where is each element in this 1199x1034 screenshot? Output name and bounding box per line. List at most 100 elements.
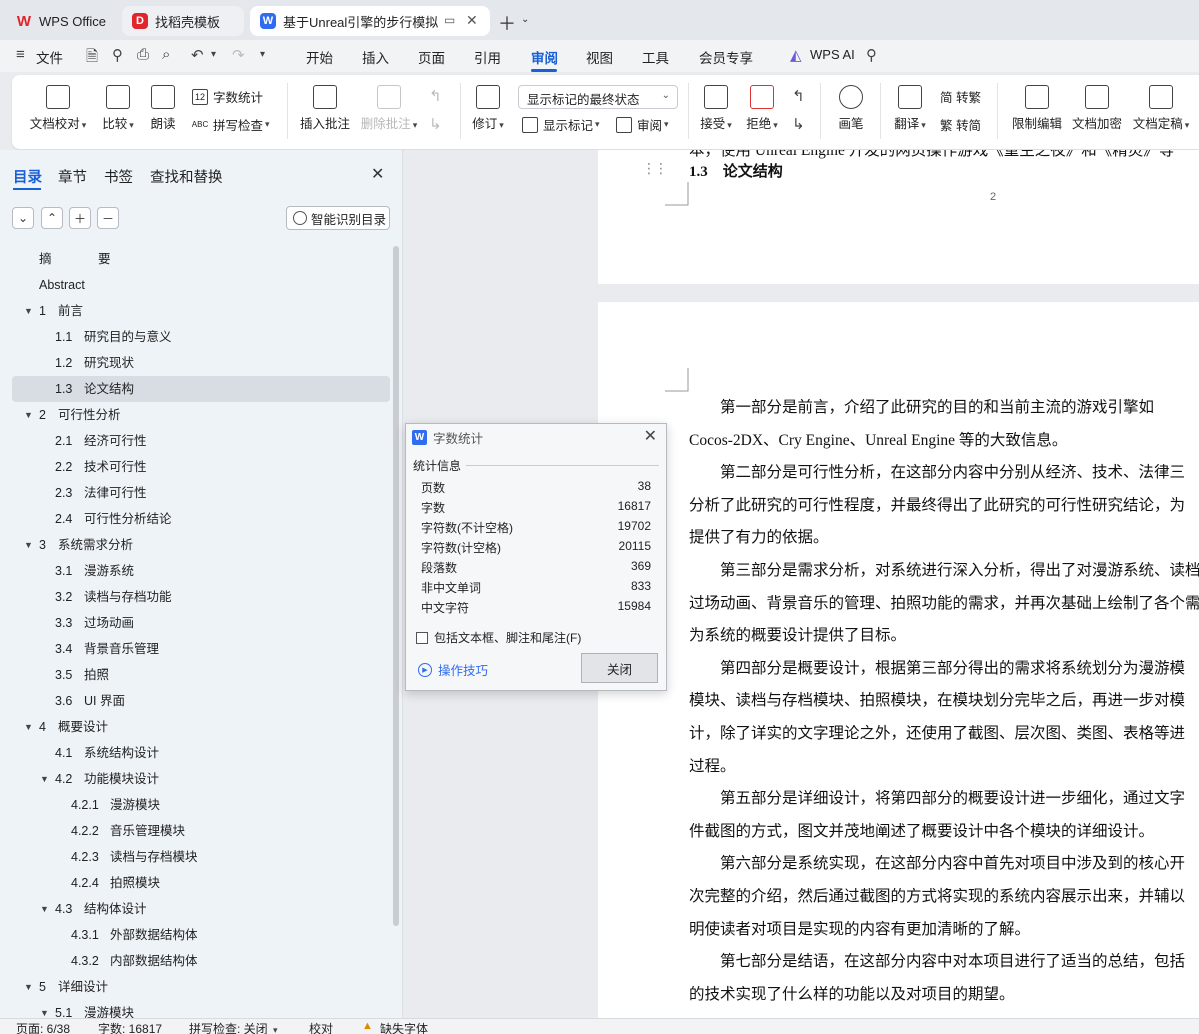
compare-button[interactable]: 比较 ▾ <box>96 85 140 132</box>
menu-tools[interactable]: 工具 <box>642 47 669 67</box>
tab-wps-office[interactable]: W WPS Office <box>6 6 116 36</box>
menu-icon[interactable]: ≡ <box>16 46 25 63</box>
tab-document[interactable]: W 基于Unreal引擎的步行模拟器 ▭ ✕ <box>250 6 490 36</box>
toc-item[interactable]: ▼ 3 系统需求分析 <box>12 532 390 558</box>
toc-item[interactable]: ▼ 4.3 结构体设计 <box>12 896 390 922</box>
menu-member[interactable]: 会员专享 <box>699 47 753 67</box>
redo-icon[interactable]: ↷ <box>232 46 245 64</box>
toc-item[interactable]: 3.4 背景音乐管理 <box>12 636 390 662</box>
proofread-button[interactable]: 文档校对 ▾ <box>28 85 88 132</box>
tab-sections[interactable]: 章节 <box>58 166 87 187</box>
scrollbar[interactable] <box>393 246 399 926</box>
read-aloud-button[interactable]: 朗读 <box>146 85 180 132</box>
toc-item[interactable]: 3.1 漫游系统 <box>12 558 390 584</box>
add-heading-button[interactable]: ＋ <box>69 207 91 229</box>
menu-view[interactable]: 视图 <box>586 47 613 67</box>
tips-link[interactable]: ▶ 操作技巧 <box>418 660 488 679</box>
search-icon[interactable]: ⚲ <box>866 46 877 64</box>
expand-triangle-icon[interactable]: ▼ <box>24 532 33 558</box>
restrict-edit-button[interactable]: 限制编辑 <box>1010 85 1064 132</box>
delete-comment-button[interactable]: 删除批注 ▾ <box>358 85 420 132</box>
reject-button[interactable]: 拒绝 ▾ <box>742 85 782 132</box>
status-missing-font[interactable]: 缺失字体 <box>380 1020 428 1034</box>
menu-home[interactable]: 开始 <box>306 47 333 67</box>
finalize-button[interactable]: 文档定稿 ▾ <box>1130 85 1192 132</box>
remove-heading-button[interactable]: － <box>97 207 119 229</box>
status-proof[interactable]: 校对 <box>309 1020 333 1034</box>
menu-file[interactable]: 文件 <box>36 47 63 67</box>
save-icon[interactable]: 🗎 <box>86 46 98 71</box>
close-button[interactable]: 关闭 <box>581 653 658 683</box>
markup-state-select[interactable]: 显示标记的最终状态 ⌄ <box>518 85 678 109</box>
next-comment-icon[interactable]: ↳ <box>429 115 442 133</box>
toc-item[interactable]: 4.2.3 读档与存档模块 <box>12 844 390 870</box>
to-traditional-button[interactable]: 简 转繁 <box>940 87 981 106</box>
review-pane-button[interactable]: 审阅 ▾ <box>616 115 669 134</box>
chevron-down-icon[interactable]: ⌄ <box>521 14 529 25</box>
close-icon[interactable]: ✕ <box>371 164 384 184</box>
expand-triangle-icon[interactable]: ▼ <box>40 896 49 922</box>
toc-item[interactable]: 1.2 研究现状 <box>12 350 390 376</box>
toc-item[interactable]: 2.4 可行性分析结论 <box>12 506 390 532</box>
expand-triangle-icon[interactable]: ▼ <box>40 1000 49 1018</box>
tab-find-replace[interactable]: 查找和替换 <box>150 166 223 187</box>
tab-toc[interactable]: 目录 <box>13 166 42 187</box>
toc-item[interactable]: 2.1 经济可行性 <box>12 428 390 454</box>
menu-page[interactable]: 页面 <box>418 47 445 67</box>
drag-handle-icon[interactable]: ⋮⋮ <box>642 160 668 177</box>
collapse-all-button[interactable]: ⌄ <box>12 207 34 229</box>
encrypt-button[interactable]: 文档加密 <box>1070 85 1124 132</box>
next-change-icon[interactable]: ↳ <box>792 115 805 133</box>
toc-item[interactable]: 2.2 技术可行性 <box>12 454 390 480</box>
pen-button[interactable]: 画笔 <box>834 85 868 132</box>
toc-item[interactable]: 3.2 读档与存档功能 <box>12 584 390 610</box>
revise-button[interactable]: 修订 ▾ <box>468 85 508 132</box>
toc-item[interactable]: 2.3 法律可行性 <box>12 480 390 506</box>
toc-item[interactable]: ▼ 4 概要设计 <box>12 714 390 740</box>
toc-item[interactable]: ▼ 5.1 漫游模块 <box>12 1000 390 1018</box>
toc-item[interactable]: 摘要 <box>12 246 390 272</box>
expand-triangle-icon[interactable]: ▼ <box>24 298 33 324</box>
expand-triangle-icon[interactable]: ▼ <box>24 402 33 428</box>
screen-icon[interactable]: ▭ <box>444 13 455 27</box>
insert-comment-button[interactable]: 插入批注 <box>298 85 352 132</box>
status-page[interactable]: 页面: 6/38 <box>16 1020 70 1034</box>
close-icon[interactable]: ✕ <box>644 426 657 446</box>
menu-review[interactable]: 审阅 <box>531 47 558 67</box>
toc-item[interactable]: 4.3.1 外部数据结构体 <box>12 922 390 948</box>
include-textbox-checkbox[interactable]: 包括文本框、脚注和尾注(F) <box>416 629 581 646</box>
toc-item[interactable]: ▼ 5 详细设计 <box>12 974 390 1000</box>
undo-icon[interactable]: ↶ <box>191 46 204 64</box>
toc-item[interactable]: 4.2.1 漫游模块 <box>12 792 390 818</box>
chevron-down-icon[interactable]: ▾ <box>260 49 265 60</box>
translate-button[interactable]: 翻译 ▾ <box>890 85 930 132</box>
prev-change-icon[interactable]: ↰ <box>792 87 805 105</box>
expand-triangle-icon[interactable]: ▼ <box>40 766 49 792</box>
to-simplified-button[interactable]: 繁 转简 <box>940 115 981 134</box>
status-words[interactable]: 字数: 16817 <box>98 1020 162 1034</box>
toc-item[interactable]: ▼ 1 前言 <box>12 298 390 324</box>
spell-check-button[interactable]: ABC 拼写检查 ▾ <box>192 115 270 134</box>
toc-item[interactable]: 3.6 UI 界面 <box>12 688 390 714</box>
toc-item[interactable]: 1.1 研究目的与意义 <box>12 324 390 350</box>
accept-button[interactable]: 接受 ▾ <box>696 85 736 132</box>
menu-wps-ai[interactable]: WPS AI <box>810 47 855 62</box>
smart-toc-button[interactable]: 智能识别目录 <box>286 206 390 230</box>
menu-insert[interactable]: 插入 <box>362 47 389 67</box>
prev-comment-icon[interactable]: ↰ <box>429 87 442 105</box>
show-markup-button[interactable]: 显示标记 ▾ <box>522 115 600 134</box>
toc-item[interactable]: 4.2.2 音乐管理模块 <box>12 818 390 844</box>
share-icon[interactable]: ⚲ <box>112 46 123 64</box>
toc-item[interactable]: 4.2.4 拍照模块 <box>12 870 390 896</box>
expand-triangle-icon[interactable]: ▼ <box>24 974 33 1000</box>
toc-item[interactable]: 1.3 论文结构 <box>12 376 390 402</box>
toc-item[interactable]: 4.3.2 内部数据结构体 <box>12 948 390 974</box>
toc-item[interactable]: 3.3 过场动画 <box>12 610 390 636</box>
toc-item[interactable]: ▼ 2 可行性分析 <box>12 402 390 428</box>
print-preview-icon[interactable]: ⌕ <box>162 46 170 63</box>
chevron-down-icon[interactable]: ▾ <box>211 49 216 60</box>
expand-triangle-icon[interactable]: ▼ <box>24 714 33 740</box>
toc-item[interactable]: ▼ 4.2 功能模块设计 <box>12 766 390 792</box>
tab-bookmarks[interactable]: 书签 <box>104 166 133 187</box>
status-spell[interactable]: 拼写检查: 关闭 ▾ <box>189 1020 278 1034</box>
